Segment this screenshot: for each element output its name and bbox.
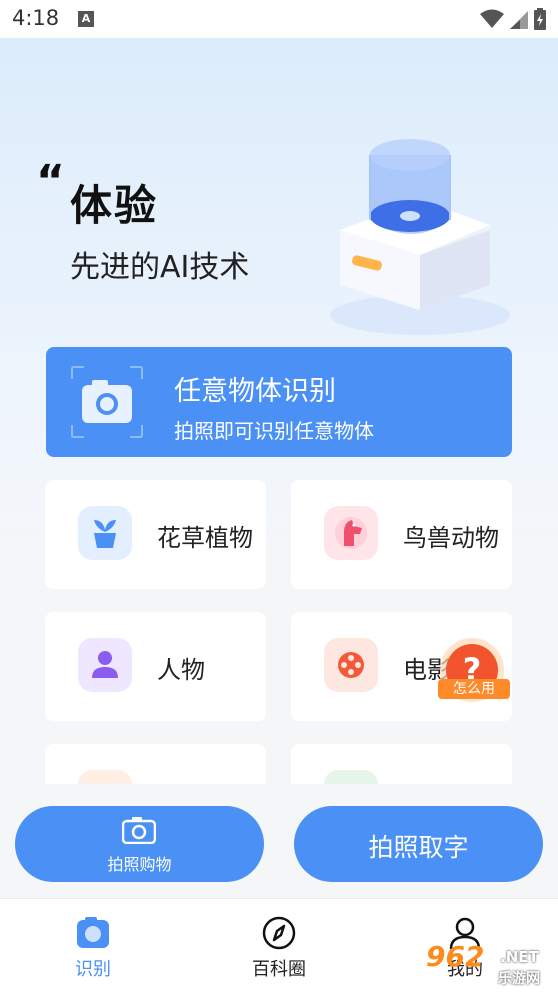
any-object-recognition-card[interactable]: 任意物体识别 拍照即可识别任意物体 xyxy=(46,347,512,457)
partial-icon xyxy=(78,770,132,784)
photo-shopping-label: 拍照购物 xyxy=(107,855,172,874)
bottom-actions: 拍照购物 拍照取字 xyxy=(0,784,558,898)
photo-shopping-button[interactable]: 拍照购物 xyxy=(15,806,264,882)
film-reel-icon xyxy=(324,638,378,692)
tab-label: 百科圈 xyxy=(252,959,306,980)
site-watermark: 962 .NET 乐游网 xyxy=(422,940,554,988)
category-label: 鸟兽动物 xyxy=(403,524,499,552)
hero-subtitle: 先进的AI技术 xyxy=(70,250,250,285)
compass-icon xyxy=(262,916,296,950)
help-question-icon[interactable]: ? xyxy=(430,636,514,716)
person-icon xyxy=(78,638,132,692)
ai-device-illustration xyxy=(330,139,510,335)
category-card-partial[interactable] xyxy=(291,744,512,784)
photo-text-extract-label: 拍照取字 xyxy=(368,833,469,862)
photo-text-extract-button[interactable]: 拍照取字 xyxy=(294,806,543,882)
dog-icon xyxy=(324,506,378,560)
status-bar: 4:18 A xyxy=(0,0,558,38)
camera-icon xyxy=(122,817,156,844)
category-animals-card[interactable]: 鸟兽动物 xyxy=(291,480,512,589)
hero-title: 体验 xyxy=(70,181,159,230)
wifi-icon xyxy=(480,9,504,28)
partial-icon xyxy=(324,770,378,784)
main-card-subtitle: 拍照即可识别任意物体 xyxy=(174,419,374,443)
main-card-title: 任意物体识别 xyxy=(174,376,336,407)
recognize-icon xyxy=(77,917,109,948)
quote-mark: “ xyxy=(36,156,65,207)
notification-icon: A xyxy=(78,11,94,27)
tab-recognize[interactable]: 识别 xyxy=(33,899,153,992)
watermark-number: 962 xyxy=(426,940,485,973)
signal-icon xyxy=(510,11,528,29)
plant-pot-icon xyxy=(78,506,132,560)
watermark-site: 乐游网 xyxy=(498,971,540,987)
watermark-domain: .NET xyxy=(500,948,539,966)
category-label: 人物 xyxy=(157,656,205,684)
help-button[interactable]: 怎么用 xyxy=(438,679,510,699)
category-people-card[interactable]: 人物 xyxy=(45,612,266,721)
battery-icon xyxy=(534,8,546,30)
category-card-partial[interactable] xyxy=(45,744,266,784)
camera-scan-icon xyxy=(71,366,143,438)
tab-label: 识别 xyxy=(75,959,111,980)
status-icons xyxy=(480,7,546,31)
category-label: 花草植物 xyxy=(157,524,253,552)
status-time: 4:18 xyxy=(12,6,60,30)
category-plants-card[interactable]: 花草植物 xyxy=(45,480,266,589)
tab-encyclopedia[interactable]: 百科圈 xyxy=(219,899,339,992)
